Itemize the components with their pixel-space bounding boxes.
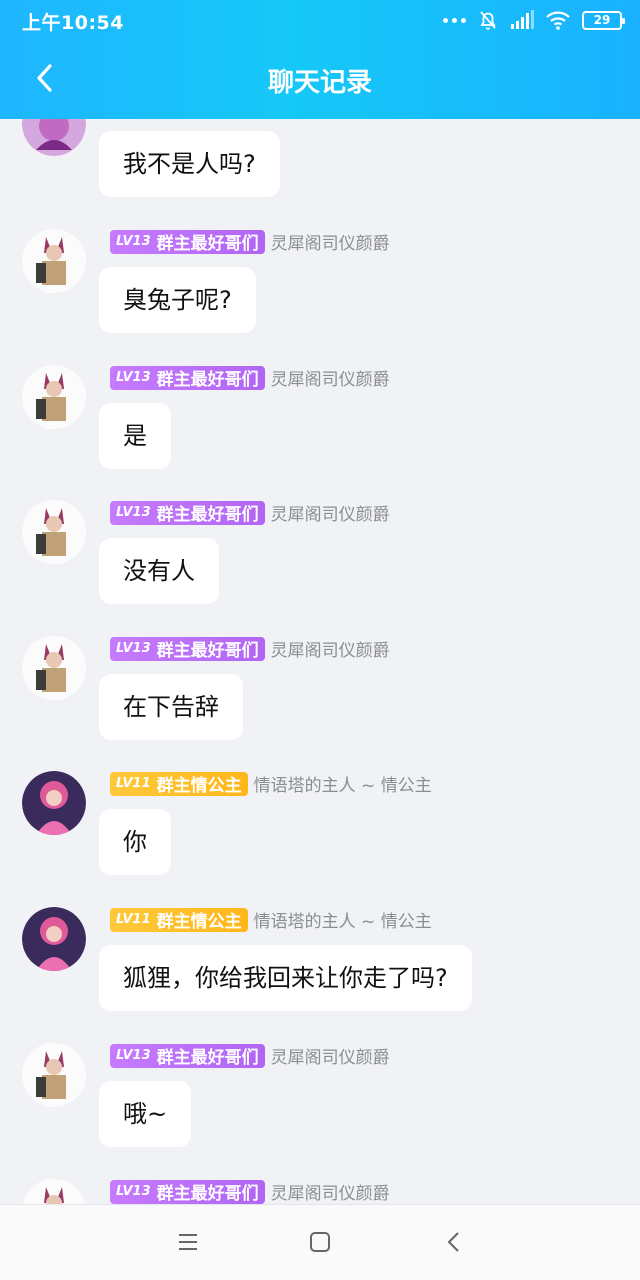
sender-meta: LV13 群主最好哥们 灵犀阁司仪颜爵 — [110, 500, 390, 525]
fox-girl-avatar[interactable] — [22, 365, 86, 429]
sender-name[interactable]: 情语塔的主人 ~ 情公主 — [254, 771, 432, 796]
sender-meta: LV13 群主最好哥们 灵犀阁司仪颜爵 — [110, 365, 390, 390]
status-time: 上午10:54 — [22, 12, 124, 34]
pink-princess-avatar[interactable] — [22, 771, 86, 835]
title-bar: 聊天记录 — [0, 40, 640, 119]
sender-name[interactable]: 灵犀阁司仪颜爵 — [271, 500, 390, 525]
system-nav-bar — [0, 1204, 640, 1280]
page-title: 聊天记录 — [267, 68, 372, 98]
message-bubble[interactable]: 没有人 — [99, 538, 219, 604]
status-bar: 上午10:54 29 — [0, 0, 640, 40]
home-square-icon[interactable] — [307, 1229, 333, 1255]
sender-meta: LV13 群主最好哥们 灵犀阁司仪颜爵 — [110, 636, 390, 661]
fox-girl-avatar[interactable] — [22, 636, 86, 700]
fox-girl-avatar[interactable] — [22, 119, 86, 156]
member-title-badge: LV13 群主最好哥们 — [110, 229, 265, 254]
pink-princess-avatar[interactable] — [22, 907, 86, 971]
member-title-badge: LV11 群主情公主 — [110, 771, 248, 796]
sender-meta: LV13 群主最好哥们 灵犀阁司仪颜爵 — [110, 229, 390, 254]
message-bubble[interactable]: 是 — [99, 403, 171, 469]
fox-girl-avatar[interactable] — [22, 500, 86, 564]
signal-icon — [511, 10, 534, 29]
sender-name[interactable]: 灵犀阁司仪颜爵 — [271, 365, 390, 390]
back-triangle-icon[interactable] — [441, 1229, 467, 1255]
sender-name[interactable]: 情语塔的主人 ~ 情公主 — [254, 907, 432, 932]
fox-girl-avatar[interactable] — [22, 229, 86, 293]
menu-icon[interactable] — [175, 1229, 201, 1255]
message-bubble[interactable]: 狐狸，你给我回来让你走了吗? — [99, 945, 472, 1011]
member-title-badge: LV13 群主最好哥们 — [110, 1179, 265, 1204]
status-icons: 29 — [443, 8, 625, 32]
chat-history[interactable]: 我不是人吗? LV13 群主最好哥们 灵犀阁司仪颜爵 臭兔子呢? LV13 群主最好… — [0, 119, 640, 1204]
more-notifications-icon — [443, 17, 466, 23]
message-bubble[interactable]: 在下告辞 — [99, 674, 243, 740]
wifi-icon — [546, 11, 570, 30]
sender-meta: LV11 群主情公主 情语塔的主人 ~ 情公主 — [110, 907, 432, 932]
member-title-badge: LV13 群主最好哥们 — [110, 1043, 265, 1068]
fox-girl-avatar[interactable] — [22, 1179, 86, 1204]
member-title-badge: LV13 群主最好哥们 — [110, 636, 265, 661]
sender-meta: LV13 群主最好哥们 灵犀阁司仪颜爵 — [110, 1043, 390, 1068]
sender-name[interactable]: 灵犀阁司仪颜爵 — [271, 1179, 390, 1204]
top-bar: 上午10:54 29 聊天记录 — [0, 0, 640, 119]
mute-bell-icon — [480, 11, 496, 30]
member-title-badge: LV13 群主最好哥们 — [110, 365, 265, 390]
sender-name[interactable]: 灵犀阁司仪颜爵 — [271, 229, 390, 254]
sender-meta: LV13 群主最好哥们 灵犀阁司仪颜爵 — [110, 1179, 390, 1204]
battery-icon: 29 — [582, 10, 625, 30]
sender-name[interactable]: 灵犀阁司仪颜爵 — [271, 1043, 390, 1068]
member-title-badge: LV11 群主情公主 — [110, 907, 248, 932]
message-bubble[interactable]: 你 — [99, 809, 171, 875]
sender-name[interactable]: 灵犀阁司仪颜爵 — [271, 636, 390, 661]
fox-girl-avatar[interactable] — [22, 1043, 86, 1107]
sender-meta: LV11 群主情公主 情语塔的主人 ~ 情公主 — [110, 771, 432, 796]
message-bubble[interactable]: 我不是人吗? — [99, 131, 280, 197]
message-bubble[interactable]: 哦~ — [99, 1081, 192, 1147]
member-title-badge: LV13 群主最好哥们 — [110, 500, 265, 525]
message-bubble[interactable]: 臭兔子呢? — [99, 267, 256, 333]
